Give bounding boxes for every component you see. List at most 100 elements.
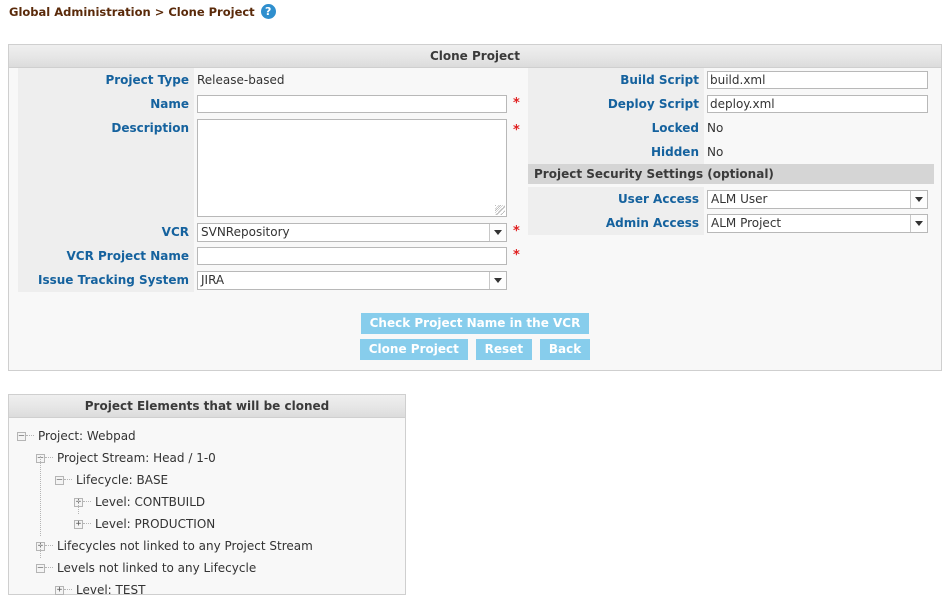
expand-toggle-icon[interactable]: + [55, 585, 64, 595]
label-vcr: VCR [18, 220, 194, 244]
field-row-build-script: Build Script [528, 68, 934, 92]
description-wrapper [197, 119, 507, 217]
description-textarea[interactable] [197, 119, 507, 217]
reset-button[interactable]: Reset [475, 339, 533, 360]
back-button[interactable]: Back [539, 339, 591, 360]
check-project-name-button[interactable]: Check Project Name in the VCR [360, 313, 590, 334]
clone-project-button[interactable]: Clone Project [359, 339, 468, 360]
cloned-elements-panel: Project Elements that will be cloned – Pr… [8, 394, 406, 597]
element-tree: – Project: Webpad – Project Stream: Head / … [9, 419, 405, 601]
collapse-toggle-icon[interactable]: – [36, 563, 45, 573]
field-row-description: Description * [18, 116, 523, 220]
user-access-select[interactable]: ALM User [707, 189, 928, 209]
tree-connector-line [64, 589, 72, 591]
tree-connector-line [78, 500, 79, 514]
field-row-locked: Locked No [528, 116, 934, 140]
value-hidden: No [704, 140, 934, 164]
tree-node[interactable]: + Lifecycles not linked to any Project St… [9, 535, 405, 557]
tree-panel-title: Project Elements that will be cloned [9, 395, 405, 418]
clone-project-form-panel: Clone Project Project Type Release-based… [8, 44, 942, 371]
vcr-select[interactable]: SVNRepository [197, 222, 507, 242]
button-row-secondary: Clone Project Reset Back [9, 339, 941, 360]
tree-node[interactable]: + Level: TEST [9, 579, 405, 601]
value-deploy-script [704, 92, 934, 116]
tree-node-label: Lifecycles not linked to any Project Str… [57, 539, 313, 553]
deploy-script-input[interactable] [707, 95, 928, 113]
value-vcr: SVNRepository * [194, 220, 523, 244]
field-row-user-access: User Access ALM User [528, 187, 934, 211]
field-row-vcr-project-name: VCR Project Name * [18, 244, 523, 268]
collapse-toggle-icon[interactable]: – [17, 431, 26, 441]
tree-node[interactable]: – Project: Webpad [9, 425, 405, 447]
tree-connector-line [40, 544, 41, 558]
help-circle-icon[interactable]: ? [260, 4, 276, 19]
breadcrumb-text: Global Administration > Clone Project [9, 4, 255, 19]
form-column-left: Project Type Release-based Name * Descri… [18, 68, 523, 292]
label-issue-tracking-system: Issue Tracking System [18, 268, 194, 292]
value-build-script [704, 68, 934, 92]
value-vcr-project-name: * [194, 244, 523, 268]
collapse-toggle-icon[interactable]: – [55, 475, 64, 485]
field-row-hidden: Hidden No [528, 140, 934, 164]
label-user-access: User Access [528, 187, 704, 211]
tree-node-label: Level: CONTBUILD [95, 495, 206, 509]
tree-connector-line [45, 545, 53, 547]
form-column-right: Build Script Deploy Script Locked No Hid… [528, 68, 934, 235]
field-row-admin-access: Admin Access ALM Project [528, 211, 934, 235]
admin-access-select[interactable]: ALM Project [707, 213, 928, 233]
tree-node-label: Levels not linked to any Lifecycle [57, 561, 257, 575]
label-description: Description [18, 116, 194, 220]
label-locked: Locked [528, 116, 704, 140]
chevron-down-icon[interactable] [910, 190, 927, 208]
user-access-value: ALM User [711, 192, 768, 206]
tree-node[interactable]: + Level: CONTBUILD [9, 491, 405, 513]
form-actions: Check Project Name in the VCR Clone Proj… [9, 313, 941, 360]
label-admin-access: Admin Access [528, 211, 704, 235]
hidden-value: No [707, 145, 724, 159]
resize-grip-icon[interactable] [495, 205, 505, 215]
value-user-access: ALM User [704, 187, 934, 211]
required-marker-vcr-project-name: * [513, 248, 520, 263]
tree-node-label: Level: TEST [76, 583, 146, 597]
value-admin-access: ALM Project [704, 211, 934, 235]
issue-tracking-system-value: JIRA [201, 273, 225, 287]
tree-connector-line [40, 456, 41, 536]
tree-node[interactable]: – Levels not linked to any Lifecycle [9, 557, 405, 579]
label-hidden: Hidden [528, 140, 704, 164]
value-description: * [194, 116, 523, 220]
label-project-type: Project Type [18, 68, 194, 92]
tree-connector-line [45, 567, 53, 569]
chevron-down-icon[interactable] [489, 271, 506, 289]
issue-tracking-system-select[interactable]: JIRA [197, 270, 507, 290]
project-type-value: Release-based [197, 73, 285, 87]
required-marker-vcr: * [513, 224, 520, 239]
tree-node[interactable]: – Lifecycle: BASE [9, 469, 405, 491]
tree-node-label: Lifecycle: BASE [76, 473, 169, 487]
field-row-name: Name * [18, 92, 523, 116]
chevron-down-icon[interactable] [910, 214, 927, 232]
chevron-down-icon[interactable] [489, 223, 506, 241]
admin-access-value: ALM Project [711, 216, 782, 230]
name-input[interactable] [197, 95, 507, 113]
label-deploy-script: Deploy Script [528, 92, 704, 116]
tree-node-label: Project: Webpad [38, 429, 136, 443]
tree-node[interactable]: – Project Stream: Head / 1-0 [9, 447, 405, 469]
tree-node[interactable]: + Level: PRODUCTION [9, 513, 405, 535]
label-name: Name [18, 92, 194, 116]
required-marker-description: * [513, 123, 520, 138]
label-build-script: Build Script [528, 68, 704, 92]
tree-connector-line [83, 501, 91, 503]
value-locked: No [704, 116, 934, 140]
required-marker-name: * [513, 96, 520, 111]
field-row-project-type: Project Type Release-based [18, 68, 523, 92]
value-name: * [194, 92, 523, 116]
security-section-header: Project Security Settings (optional) [528, 164, 934, 184]
expand-toggle-icon[interactable]: + [74, 519, 83, 529]
page-title: Clone Project [9, 45, 941, 68]
button-row-primary: Check Project Name in the VCR [9, 313, 941, 334]
build-script-input[interactable] [707, 71, 928, 89]
tree-connector-line [83, 523, 91, 525]
locked-value: No [707, 121, 724, 135]
vcr-project-name-input[interactable] [197, 247, 507, 265]
tree-connector-line [64, 479, 72, 481]
